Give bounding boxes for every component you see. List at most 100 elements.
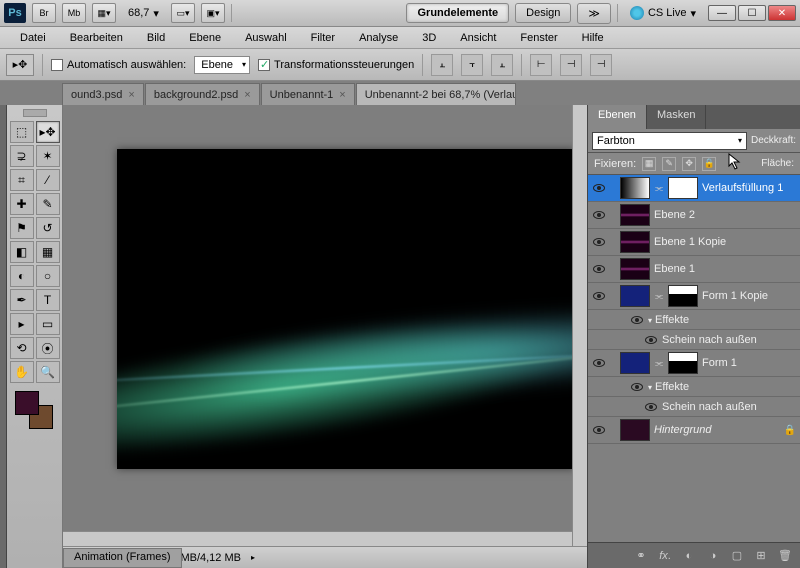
type-tool[interactable]: T (36, 289, 60, 311)
delete-layer-icon[interactable]: 🗑 (774, 547, 796, 565)
align-bottom-icon[interactable]: ⫠ (491, 54, 513, 76)
dodge-tool[interactable]: ○ (36, 265, 60, 287)
hand-tool[interactable]: ✋ (10, 361, 34, 383)
pen-tool[interactable]: ✒ (10, 289, 34, 311)
stamp-tool[interactable]: ⚑ (10, 217, 34, 239)
mask-thumbnail[interactable] (668, 177, 698, 199)
eyedropper-tool[interactable]: ⁄ (36, 169, 60, 191)
color-swatches[interactable] (15, 391, 53, 429)
layer-row[interactable]: ⫘Form 1 (588, 350, 800, 377)
layer-row[interactable]: ⫘ Form 1 Kopie (588, 283, 800, 310)
mask-thumbnail[interactable] (668, 352, 698, 374)
mask-thumbnail[interactable] (668, 285, 698, 307)
layer-thumbnail[interactable] (620, 231, 650, 253)
tab-close-icon[interactable]: × (128, 89, 134, 101)
tab-animation-frames[interactable]: Animation (Frames) (63, 548, 182, 568)
link-icon[interactable]: ⫘ (654, 287, 664, 305)
layer-name[interactable]: Hintergrund (654, 424, 780, 436)
current-tool-icon[interactable]: ▸✥ (6, 54, 34, 76)
menu-auswahl[interactable]: Auswahl (233, 29, 299, 47)
auto-select-checkbox[interactable] (51, 59, 63, 71)
transform-control[interactable]: ✓ Transformationssteuerungen (258, 59, 414, 71)
layer-effect-item[interactable]: Schein nach außen (588, 330, 800, 350)
auto-select-control[interactable]: Automatisch auswählen: (51, 59, 186, 71)
tab-close-icon[interactable]: × (339, 89, 345, 101)
view-extras-button[interactable]: ▦▾ (92, 3, 116, 23)
lock-position-icon[interactable]: ✥ (682, 157, 696, 171)
layer-effect-item[interactable]: Schein nach außen (588, 397, 800, 417)
visibility-toggle[interactable] (630, 313, 644, 327)
panel-dock-left[interactable] (0, 105, 7, 568)
eraser-tool[interactable]: ◧ (10, 241, 34, 263)
layer-row[interactable]: Ebene 1 Kopie (588, 229, 800, 256)
layer-name[interactable]: Form 1 Kopie (702, 290, 796, 302)
visibility-toggle[interactable] (592, 262, 606, 276)
history-brush-tool[interactable]: ↺ (36, 217, 60, 239)
menu-analyse[interactable]: Analyse (347, 29, 410, 47)
marquee-tool[interactable]: ⬚ (10, 121, 34, 143)
menu-bearbeiten[interactable]: Bearbeiten (58, 29, 135, 47)
layer-thumbnail[interactable] (620, 204, 650, 226)
visibility-toggle[interactable] (592, 208, 606, 222)
layer-row[interactable]: Ebene 2 (588, 202, 800, 229)
align-left-icon[interactable]: ⊢ (530, 54, 552, 76)
adjustment-layer-icon[interactable]: ◑ (702, 547, 724, 565)
vertical-scrollbar[interactable] (572, 105, 587, 546)
visibility-toggle[interactable] (644, 333, 658, 347)
menu-ansicht[interactable]: Ansicht (448, 29, 508, 47)
lasso-tool[interactable]: ⊋ (10, 145, 34, 167)
3d-camera-tool[interactable]: ⦿ (36, 337, 60, 359)
minibridge-button[interactable]: Mb (62, 3, 86, 23)
gradient-tool[interactable]: ▦ (36, 241, 60, 263)
crop-tool[interactable]: ⌗ (10, 169, 34, 191)
lock-transparent-icon[interactable]: ▦ (642, 157, 656, 171)
layer-group-icon[interactable]: ▢ (726, 547, 748, 565)
maximize-button[interactable]: ☐ (738, 5, 766, 21)
visibility-toggle[interactable] (592, 423, 606, 437)
document-tab[interactable]: Unbenannt-1× (261, 83, 355, 105)
document-tab[interactable]: ound3.psd× (62, 83, 144, 105)
visibility-toggle[interactable] (592, 181, 606, 195)
path-select-tool[interactable]: ▸ (10, 313, 34, 335)
arrange-docs-button[interactable]: ▭▾ (171, 3, 195, 23)
layer-name[interactable]: Form 1 (702, 357, 796, 369)
layer-name[interactable]: Verlaufsfüllung 1 (702, 182, 796, 194)
zoom-level-dropdown[interactable]: 68,7 ▾ (122, 3, 165, 23)
minimize-button[interactable]: — (708, 5, 736, 21)
move-tool[interactable]: ▸✥ (36, 121, 60, 143)
menu-filter[interactable]: Filter (299, 29, 347, 47)
menu-bild[interactable]: Bild (135, 29, 177, 47)
tab-ebenen[interactable]: Ebenen (588, 105, 647, 129)
menu-hilfe[interactable]: Hilfe (570, 29, 616, 47)
layer-row[interactable]: Ebene 1 (588, 256, 800, 283)
blend-mode-dropdown[interactable]: Farbton (592, 132, 747, 150)
layer-thumbnail[interactable] (620, 419, 650, 441)
close-button[interactable]: ✕ (768, 5, 796, 21)
tab-masken[interactable]: Masken (647, 105, 707, 129)
layer-thumbnail[interactable] (620, 258, 650, 280)
layer-mask-icon[interactable]: ◐ (678, 547, 700, 565)
horizontal-scrollbar[interactable] (63, 531, 572, 546)
align-hcenter-icon[interactable]: ⊣ (560, 54, 582, 76)
menu-fenster[interactable]: Fenster (508, 29, 569, 47)
link-layers-icon[interactable]: ⚭ (630, 547, 652, 565)
tab-close-icon[interactable]: × (244, 89, 250, 101)
transform-checkbox[interactable]: ✓ (258, 59, 270, 71)
layer-thumbnail[interactable] (620, 177, 650, 199)
layer-row[interactable]: ⫘Verlaufsfüllung 1 (588, 175, 800, 202)
layer-row[interactable]: Hintergrund🔒 (588, 417, 800, 444)
layer-name[interactable]: Ebene 1 Kopie (654, 236, 796, 248)
new-layer-icon[interactable]: ⊞ (750, 547, 772, 565)
menu-datei[interactable]: Datei (8, 29, 58, 47)
workspace-design[interactable]: Design (515, 3, 571, 23)
layer-name[interactable]: Ebene 2 (654, 209, 796, 221)
lock-pixels-icon[interactable]: ✎ (662, 157, 676, 171)
align-vcenter-icon[interactable]: ⫟ (461, 54, 483, 76)
document-tab[interactable]: background2.psd× (145, 83, 260, 105)
visibility-toggle[interactable] (592, 356, 606, 370)
toolbox-grip[interactable] (23, 109, 47, 117)
brush-tool[interactable]: ✎ (36, 193, 60, 215)
menu-ebene[interactable]: Ebene (177, 29, 233, 47)
healing-tool[interactable]: ✚ (10, 193, 34, 215)
foreground-color[interactable] (15, 391, 39, 415)
